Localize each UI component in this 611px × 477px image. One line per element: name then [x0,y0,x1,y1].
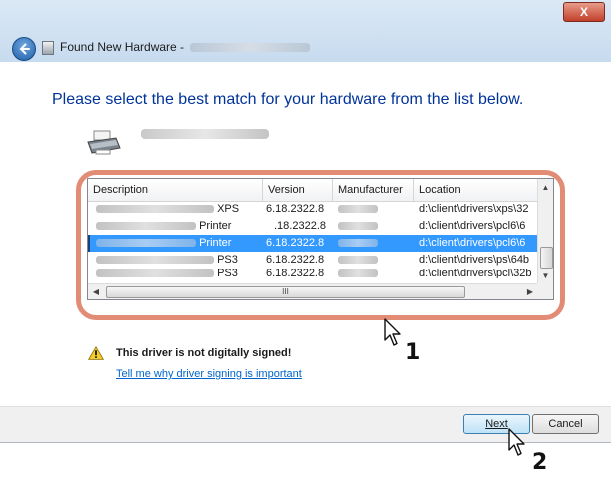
mouse-pointer-icon [508,428,525,456]
manufacturer-cell [338,218,408,235]
scroll-up-icon[interactable]: ▲ [538,179,553,195]
scroll-down-icon[interactable]: ▼ [538,267,553,283]
location-cell: d:\client\drivers\pcl\32b [419,269,532,278]
step-number-2: 2 [532,450,548,475]
redacted-text [338,222,378,231]
scroll-thumb[interactable] [540,247,553,269]
wizard-window: X Found New Hardware - Please select the… [0,0,611,443]
driver-list[interactable]: Description Version Manufacturer Locatio… [87,178,554,300]
location-cell: d:\client\drivers\xps\32 [419,203,529,215]
redacted-text [338,239,378,248]
column-header-location[interactable]: Location [414,179,538,201]
scroll-left-icon[interactable]: ◀ [88,284,104,299]
horizontal-scrollbar[interactable]: ◀ III ▶ [88,283,538,299]
redacted-text [96,205,214,214]
table-row[interactable]: PS3 6.18.2322.8 d:\client\drivers\pcl\32… [88,269,538,278]
back-arrow-icon [19,43,30,55]
version-cell: 6.18.2322.8 [266,254,325,266]
description-suffix: PS3 [217,254,238,266]
focus-marker [88,235,90,252]
redacted-text [96,269,214,278]
version-cell: 6.18.2322.8 [266,269,325,278]
manufacturer-cell [338,235,408,252]
column-header-version[interactable]: Version [263,179,333,201]
description-suffix: XPS [217,203,240,215]
table-row[interactable]: PS3 6.18.2322.8 d:\client\drivers\ps\64b [88,252,538,269]
warning-icon [88,346,104,360]
window-title-text: Found New Hardware - [60,40,185,54]
horizontal-scroll-thumb[interactable]: III [106,286,465,298]
redacted-text [96,222,196,231]
redacted-text [96,239,196,248]
description-suffix: Printer [199,220,232,232]
printer-icon [87,130,121,155]
vertical-scrollbar[interactable]: ▲ ▼ [537,179,553,283]
location-cell: d:\client\drivers\ps\64b [419,254,530,266]
scrollbar-corner [537,283,553,299]
mouse-pointer-icon [384,318,401,346]
column-header-manufacturer[interactable]: Manufacturer [333,179,414,201]
description-cell: Printer [96,235,264,252]
version-cell: .18.2322.8 [274,220,326,232]
manufacturer-cell [338,269,408,278]
description-cell: PS3 [96,252,264,269]
location-cell: d:\client\drivers\pcl6\6 [419,237,526,249]
table-row[interactable]: Printer .18.2322.8 d:\client\drivers\pcl… [88,218,538,235]
back-button[interactable] [12,37,36,61]
instruction-text: Please select the best match for your ha… [52,91,524,108]
description-suffix: PS3 [217,269,238,278]
location-cell: d:\client\drivers\pcl6\6 [419,220,526,232]
warning-text: This driver is not digitally signed! [116,347,292,359]
table-row[interactable]: XPS 6.18.2322.8 d:\client\drivers\xps\32 [88,201,538,218]
scroll-right-icon[interactable]: ▶ [522,284,538,299]
next-button-label: Next [485,418,508,430]
description-cell: XPS [96,201,264,218]
redacted-text [338,269,378,278]
window-title: Found New Hardware - [60,40,311,54]
wizard-icon [42,41,54,55]
list-header: Description Version Manufacturer Locatio… [88,179,538,202]
close-button[interactable]: X [563,2,605,22]
description-suffix: Printer [199,237,232,249]
redacted-device-name [190,43,311,53]
list-rows: XPS 6.18.2322.8 d:\client\drivers\xps\32… [88,201,538,278]
redacted-text [96,256,214,265]
cancel-button[interactable]: Cancel [532,414,599,434]
step-number-1: 1 [405,340,421,365]
manufacturer-cell [338,252,408,269]
manufacturer-cell [338,201,408,218]
redacted-text [338,205,378,214]
column-header-description[interactable]: Description [88,179,263,201]
version-cell: 6.18.2322.8 [266,237,325,249]
redacted-text [338,256,378,265]
description-cell: Printer [96,218,264,235]
description-cell: PS3 [96,269,264,278]
redacted-printer-name [141,129,269,139]
table-row-selected[interactable]: Printer 6.18.2322.8 d:\client\drivers\pc… [88,235,538,252]
version-cell: 6.18.2322.8 [266,203,325,215]
driver-signing-link[interactable]: Tell me why driver signing is important [116,368,302,380]
